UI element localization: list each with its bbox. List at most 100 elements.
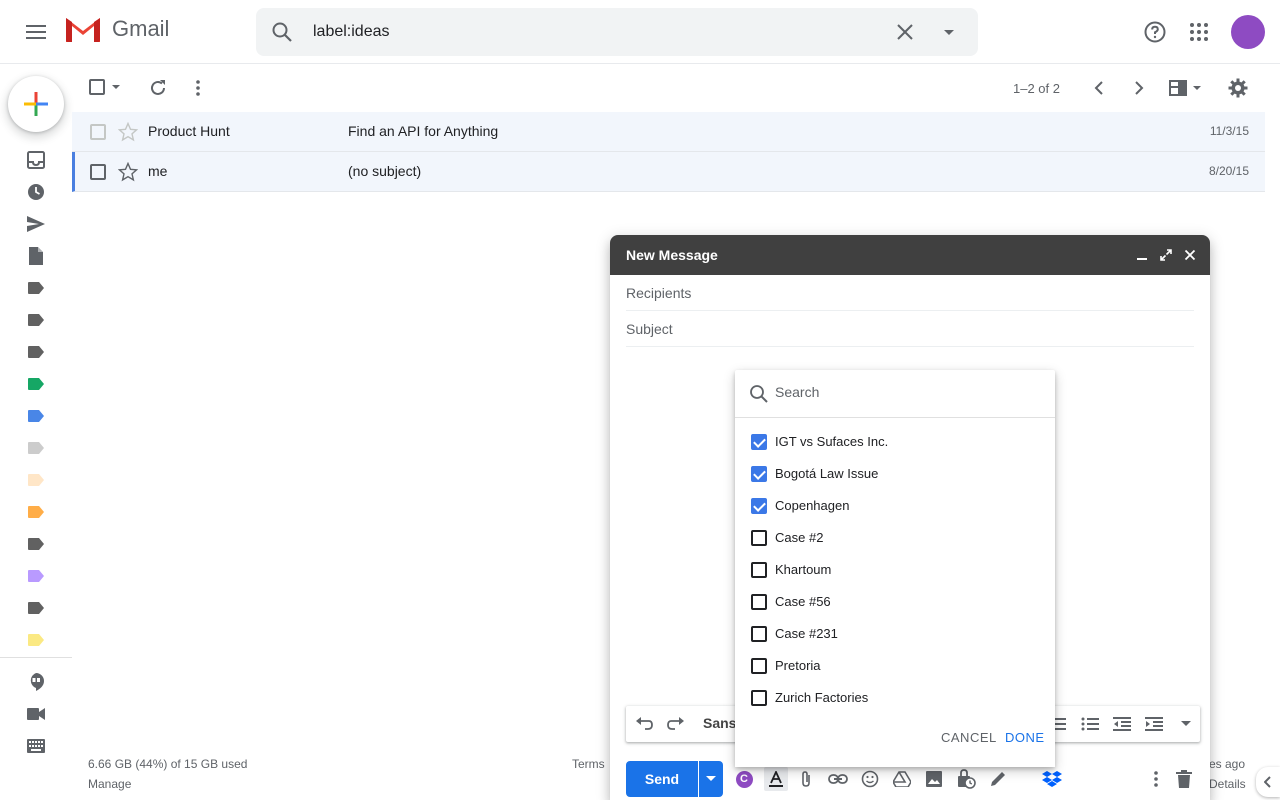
indent-less-button[interactable] [1112,714,1132,734]
search-options-icon[interactable] [937,20,961,49]
label-option[interactable]: Copenhagen [735,490,1055,522]
fullscreen-button[interactable] [1158,247,1174,263]
dropbox-button[interactable] [1042,769,1062,789]
settings-button[interactable] [1228,78,1248,98]
insert-photo-button[interactable] [924,769,944,789]
formatting-options-button[interactable] [764,767,788,791]
checkbox-checked[interactable] [751,466,767,482]
label-nav[interactable] [20,464,52,496]
star-icon[interactable] [117,121,139,145]
undo-button[interactable] [634,714,654,734]
manage-storage-link[interactable]: Manage [88,777,131,791]
label-nav[interactable] [20,400,52,432]
bulleted-list-button[interactable] [1080,714,1100,734]
checkbox-unchecked[interactable] [751,690,767,706]
link-icon [828,774,848,784]
select-all-button[interactable] [88,78,124,98]
label-search-input[interactable] [775,384,1035,400]
snoozed-nav[interactable] [20,176,52,208]
label-nav[interactable] [20,368,52,400]
search-input[interactable]: label:ideas [313,23,390,41]
gmail-logo[interactable]: Gmail [64,14,169,44]
checkbox-checked[interactable] [751,498,767,514]
hangouts-nav[interactable] [20,666,52,698]
done-button[interactable]: DONE [1005,730,1045,745]
clear-search-icon[interactable] [893,20,917,49]
terms-link[interactable]: Terms [572,757,605,771]
label-nav[interactable] [20,624,52,656]
compose-header[interactable]: New Message [610,235,1210,275]
subject-field[interactable]: Subject [626,311,1194,347]
close-compose-button[interactable] [1182,247,1198,263]
recipients-field[interactable]: Recipients [626,275,1194,311]
insert-emoji-button[interactable] [860,769,880,789]
checkbox-unchecked[interactable] [751,594,767,610]
checkbox-checked[interactable] [751,434,767,450]
attach-file-button[interactable] [796,769,816,789]
checkbox-unchecked[interactable] [751,562,767,578]
email-row[interactable]: Product Hunt Find an API for Anything 11… [72,112,1265,152]
row-checkbox[interactable] [90,124,106,140]
checkbox-unchecked[interactable] [751,530,767,546]
search-icon[interactable] [270,20,294,49]
help-button[interactable] [1135,12,1175,52]
label-option[interactable]: Case #2 [735,522,1055,554]
label-option[interactable]: Khartoum [735,554,1055,586]
checkbox-unchecked[interactable] [751,658,767,674]
label-nav[interactable] [20,336,52,368]
label-option[interactable]: Case #56 [735,586,1055,618]
chevron-down-icon [706,776,716,781]
insert-signature-button[interactable] [988,769,1008,789]
label-option[interactable]: Zurich Factories [735,682,1055,714]
label-nav[interactable] [20,272,52,304]
email-row[interactable]: me (no subject) 8/20/15 [72,152,1265,192]
extension-c-button[interactable]: C [734,769,754,789]
label-nav[interactable] [20,432,52,464]
insert-link-button[interactable] [828,769,848,789]
label-option[interactable]: IGT vs Sufaces Inc. [735,426,1055,458]
label-nav[interactable] [20,304,52,336]
main-menu-button[interactable] [16,12,56,52]
newer-button[interactable] [1089,78,1109,98]
more-formatting-button[interactable] [1176,714,1196,734]
star-icon[interactable] [117,161,139,185]
label-option[interactable]: Case #231 [735,618,1055,650]
label-nav[interactable] [20,496,52,528]
side-panel-toggle[interactable] [1256,767,1280,797]
split-pane-button[interactable] [1168,78,1204,98]
label-nav[interactable] [20,560,52,592]
send-button[interactable]: Send [626,761,698,797]
keyboard-nav[interactable] [20,730,52,762]
indent-more-button[interactable] [1144,714,1164,734]
label-option[interactable]: Pretoria [735,650,1055,682]
schedule-send-button[interactable] [699,761,723,797]
label-tag-icon [28,602,44,614]
inbox-nav[interactable] [20,144,52,176]
older-button[interactable] [1129,78,1149,98]
sent-nav[interactable] [20,208,52,240]
drafts-nav[interactable] [20,240,52,272]
text-format-icon [769,771,783,787]
account-avatar[interactable] [1231,15,1265,49]
insert-drive-button[interactable] [892,769,912,789]
discard-draft-button[interactable] [1174,769,1194,789]
compose-button[interactable] [8,76,64,132]
label-nav[interactable] [20,592,52,624]
search-bar[interactable]: label:ideas [256,8,978,56]
minimize-button[interactable] [1134,247,1150,263]
more-actions-button[interactable] [188,78,208,98]
meet-nav[interactable] [20,698,52,730]
checkbox-unchecked[interactable] [751,626,767,642]
details-link[interactable]: Details [1209,777,1246,791]
font-family-select[interactable]: Sans [703,715,736,731]
more-options-button[interactable] [1146,769,1166,789]
confidential-mode-button[interactable] [956,769,976,789]
redo-button[interactable] [666,714,686,734]
refresh-button[interactable] [148,78,168,98]
row-checkbox[interactable] [90,164,106,180]
label-option[interactable]: Bogotá Law Issue [735,458,1055,490]
label-nav[interactable] [20,528,52,560]
apps-button[interactable] [1179,12,1219,52]
bulleted-list-icon [1081,717,1099,731]
cancel-button[interactable]: CANCEL [941,730,997,745]
